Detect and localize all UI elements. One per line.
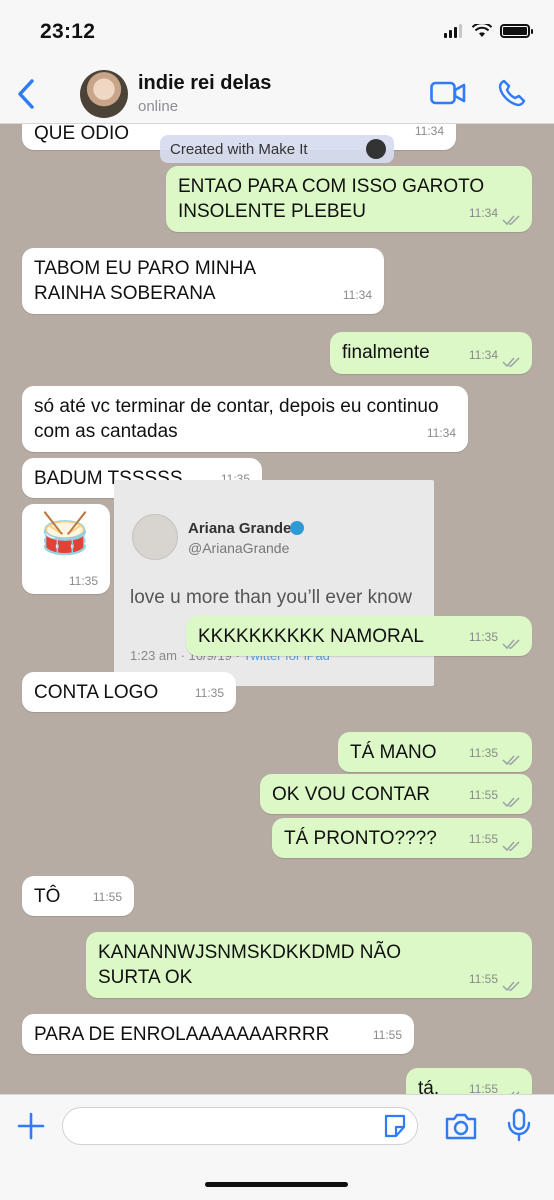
microphone-icon[interactable] bbox=[506, 1108, 532, 1142]
message-incoming[interactable]: CONTA LOGO 11:35 bbox=[22, 672, 236, 712]
chat-area[interactable]: QUE ODIO 11:34 ENTAO PARA COM ISSO GAROT… bbox=[0, 124, 554, 1094]
read-receipt-icon bbox=[502, 981, 520, 992]
plus-icon[interactable] bbox=[16, 1111, 46, 1141]
message-outgoing[interactable]: finalmente 11:34 bbox=[330, 332, 532, 374]
status-time: 23:12 bbox=[40, 20, 96, 43]
read-receipt-icon bbox=[502, 797, 520, 808]
home-indicator bbox=[205, 1182, 348, 1187]
message-text: só até vc terminar de contar, depois eu … bbox=[34, 396, 439, 442]
message-time: 11:34 bbox=[342, 288, 372, 302]
message-outgoing[interactable]: tá. 11:55 bbox=[406, 1068, 532, 1094]
wifi-icon bbox=[472, 24, 492, 37]
contact-name[interactable]: indie rei delas bbox=[138, 72, 271, 95]
camera-icon[interactable] bbox=[444, 1111, 478, 1141]
signal-icon bbox=[444, 24, 462, 38]
message-input[interactable] bbox=[62, 1107, 418, 1145]
video-call-icon[interactable] bbox=[430, 80, 466, 106]
message-time: 11:55 bbox=[468, 788, 498, 802]
phone-call-icon[interactable] bbox=[497, 78, 527, 108]
message-text: QUE ODIO bbox=[34, 124, 130, 144]
message-time: 11:35 bbox=[468, 746, 498, 760]
message-outgoing[interactable]: OK VOU CONTAR 11:55 bbox=[260, 774, 532, 814]
read-receipt-icon bbox=[502, 215, 520, 226]
chat-header: indie rei delas online bbox=[0, 62, 554, 124]
message-text: TÁ MANO bbox=[350, 742, 437, 763]
message-text: ENTAO PARA COM ISSO GAROTO INSOLENTE PLE… bbox=[178, 176, 485, 222]
watermark-banner: Created with Make It bbox=[160, 135, 394, 163]
message-time: 11:34 bbox=[414, 124, 444, 138]
message-time: 11:55 bbox=[468, 972, 498, 986]
input-bar bbox=[0, 1094, 554, 1200]
sticker-icon[interactable] bbox=[382, 1113, 408, 1139]
read-receipt-icon bbox=[502, 639, 520, 650]
message-incoming-emoji[interactable]: 🥁 11:35 bbox=[22, 504, 110, 594]
message-incoming[interactable]: só até vc terminar de contar, depois eu … bbox=[22, 386, 468, 452]
message-time: 11:35 bbox=[68, 574, 98, 588]
back-arrow-icon[interactable] bbox=[12, 78, 40, 110]
contact-status: online bbox=[138, 98, 179, 115]
message-text: finalmente bbox=[342, 342, 430, 363]
read-receipt-icon bbox=[502, 755, 520, 766]
message-outgoing[interactable]: TÁ PRONTO???? 11:55 bbox=[272, 818, 532, 858]
verified-badge-icon bbox=[290, 521, 304, 535]
message-text: KKKKKKKKKK NAMORAL bbox=[198, 626, 424, 647]
watermark-close-icon[interactable] bbox=[366, 139, 386, 159]
message-time: 11:34 bbox=[426, 426, 456, 440]
tweet-author-handle: @ArianaGrande bbox=[188, 540, 290, 556]
tweet-text: love u more than you’ll ever know bbox=[130, 587, 412, 608]
message-text: OK VOU CONTAR bbox=[272, 784, 430, 805]
message-text: PARA DE ENROLAAAAAAARRRR bbox=[34, 1024, 330, 1045]
message-time: 11:35 bbox=[194, 686, 224, 700]
message-outgoing[interactable]: KKKKKKKKKK NAMORAL 11:35 bbox=[186, 616, 532, 656]
contact-avatar[interactable] bbox=[80, 70, 128, 118]
status-icons bbox=[444, 24, 533, 38]
message-text: CONTA LOGO bbox=[34, 682, 159, 703]
message-text: TÁ PRONTO???? bbox=[284, 828, 437, 849]
message-incoming[interactable]: TÔ 11:55 bbox=[22, 876, 134, 916]
message-text: TABOM EU PARO MINHA RAINHA SOBERANA bbox=[34, 258, 255, 304]
message-incoming[interactable]: PARA DE ENROLAAAAAAARRRR 11:55 bbox=[22, 1014, 414, 1054]
drum-emoji: 🥁 bbox=[40, 512, 90, 556]
watermark-text: Created with Make It bbox=[170, 140, 308, 158]
message-outgoing[interactable]: ENTAO PARA COM ISSO GAROTO INSOLENTE PLE… bbox=[166, 166, 532, 232]
message-text: TÔ bbox=[34, 886, 61, 907]
battery-icon bbox=[500, 24, 533, 38]
message-text: KANANNWJSNMSKDKKDMD NÃO SURTA OK bbox=[98, 942, 401, 988]
message-outgoing[interactable]: TÁ MANO 11:35 bbox=[338, 732, 532, 772]
message-outgoing[interactable]: KANANNWJSNMSKDKKDMD NÃO SURTA OK 11:55 bbox=[86, 932, 532, 998]
message-time: 11:55 bbox=[372, 1028, 402, 1042]
read-receipt-icon bbox=[502, 357, 520, 368]
tweet-avatar bbox=[132, 514, 178, 560]
read-receipt-icon bbox=[502, 841, 520, 852]
message-time: 11:55 bbox=[468, 832, 498, 846]
message-time: 11:55 bbox=[468, 1082, 498, 1094]
tweet-author-name: Ariana Grande bbox=[188, 520, 292, 537]
message-text: tá. bbox=[418, 1078, 440, 1094]
message-time: 11:34 bbox=[468, 206, 498, 220]
message-time: 11:35 bbox=[468, 630, 498, 644]
message-time: 11:34 bbox=[468, 348, 498, 362]
message-incoming[interactable]: TABOM EU PARO MINHA RAINHA SOBERANA 11:3… bbox=[22, 248, 384, 314]
status-bar: 23:12 bbox=[0, 0, 554, 62]
message-time: 11:55 bbox=[92, 890, 122, 904]
